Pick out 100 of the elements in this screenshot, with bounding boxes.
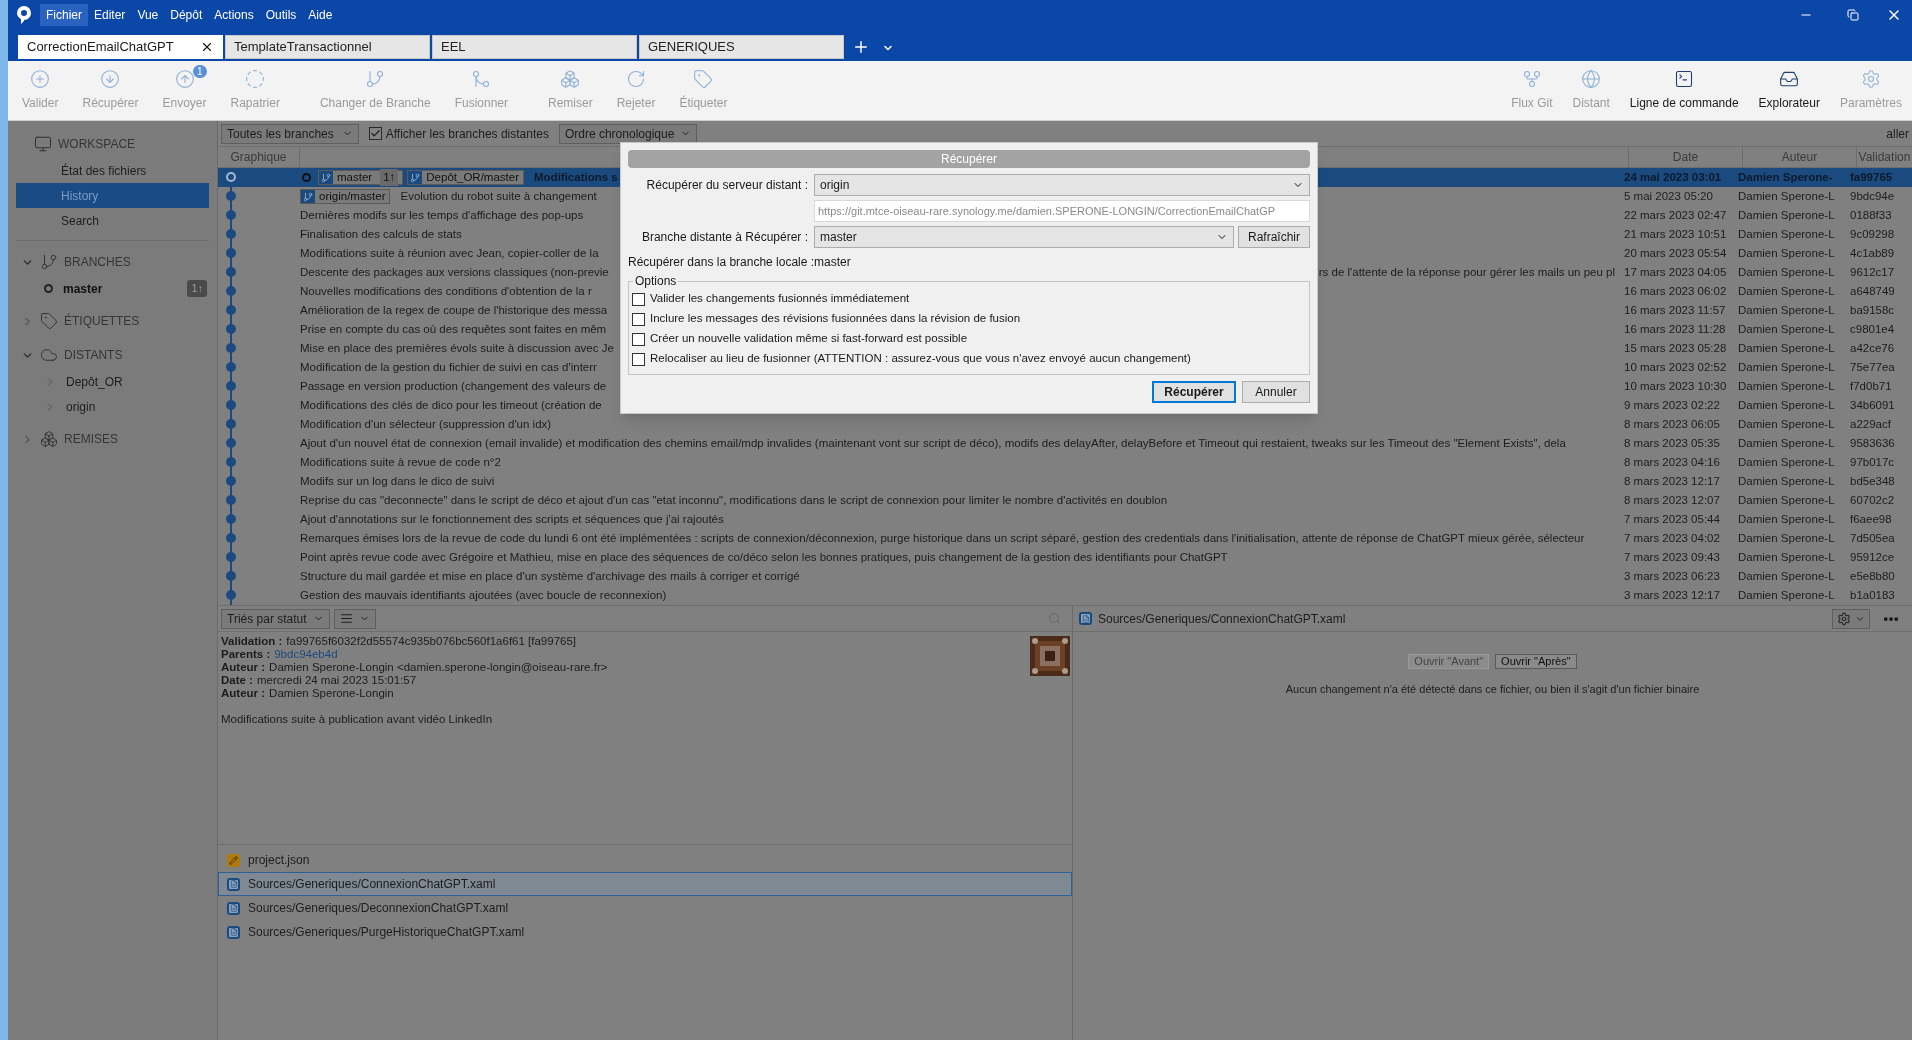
commit-author: Damien Sperone- <box>1737 169 1834 185</box>
arrow-down-circle-icon <box>100 69 121 89</box>
arrow-up-circle-icon <box>174 69 195 89</box>
count-badge: 1↑ <box>380 168 399 187</box>
close-icon[interactable] <box>200 40 214 54</box>
branch-icon <box>321 172 331 183</box>
detail-label: Date : <box>221 674 253 687</box>
document-tab[interactable]: EEL <box>432 35 637 59</box>
sidebar-item[interactable]: origin <box>66 397 207 416</box>
column-header[interactable]: Validation <box>1856 147 1912 167</box>
commit-date: 20 mars 2023 05:54 <box>1623 245 1728 261</box>
column-header[interactable]: Date <box>1628 147 1742 167</box>
commit-message: Remarques émises lors de la revue de code du lundi 6 ont été implémentées : scripts de connexion/déconnexion, purge historique dans un script séparé, gestion des credentials dans l'initialisation, attente de réponse de ChatGPT mieux gérée, sélecteur <box>300 530 1585 546</box>
refresh-button[interactable]: Rafraîchir <box>1238 226 1310 248</box>
order-dropdown[interactable]: Ordre chronologique <box>558 123 698 144</box>
file-name: Sources/Generiques/ConnexionChatGPT.xaml <box>248 876 496 893</box>
dialog-title: Récupérer <box>628 150 1310 168</box>
toolbar-button[interactable]: Explorateur <box>1748 61 1830 120</box>
commit-hash: 9612c17 <box>1849 264 1896 280</box>
sidebar-item[interactable]: Search <box>16 208 209 233</box>
checkbox[interactable] <box>632 352 645 366</box>
toolbar-button[interactable]: Ligne de commande <box>1619 61 1749 120</box>
column-header[interactable]: Graphique <box>218 147 300 167</box>
detail-label: Auteur : <box>221 687 266 700</box>
pencil-file-icon <box>227 853 240 867</box>
document-tab[interactable]: TemplateTransactionnel <box>225 35 430 59</box>
commit-message: Modification d'un sélecteur (suppression d'un idx) <box>300 416 552 432</box>
remote-dropdown[interactable]: origin <box>814 174 1310 196</box>
branch-dropdown[interactable]: master <box>814 226 1234 248</box>
detail-label: Auteur : <box>221 661 266 674</box>
settings-icon <box>1861 69 1881 89</box>
commit-date: 15 mars 2023 05:28 <box>1623 340 1728 356</box>
commit-date: 16 mars 2023 11:28 <box>1623 321 1727 337</box>
commit-date: 10 mars 2023 02:52 <box>1623 359 1728 375</box>
menu-item[interactable]: Dépôt <box>164 3 209 26</box>
commit-hash: 9c09298 <box>1849 226 1896 242</box>
commit-hash: e5e8b80 <box>1849 568 1896 584</box>
checkbox-label: Inclure les messages des révisions fusionnées dans la révision de fusion <box>650 311 1021 327</box>
branch-label: origin/master <box>300 189 391 204</box>
menu-item[interactable]: Vue <box>131 3 165 26</box>
sidebar-item[interactable]: Depôt_OR <box>66 372 207 391</box>
branch-icon <box>303 191 313 202</box>
commit-message: Modifications s <box>534 169 618 185</box>
checkbox[interactable] <box>368 127 382 140</box>
commit-hash: f7d0b71 <box>1849 378 1893 394</box>
jump-link[interactable]: aller <box>1886 124 1909 143</box>
file-path: Sources/Generiques/ConnexionChatGPT.xaml <box>1098 610 1347 628</box>
menu-item[interactable]: Aide <box>302 3 339 26</box>
commit-message: Passage en version production (changement des valeurs de <box>300 378 607 394</box>
dialog-button[interactable]: Annuler <box>1242 381 1310 403</box>
commit-author: Damien Sperone-L <box>1737 473 1836 489</box>
checkbox[interactable] <box>632 312 645 326</box>
sort-dropdown[interactable]: Triés par statut <box>221 608 330 629</box>
branch-filter-dropdown[interactable]: Toutes les branches <box>221 123 359 144</box>
commit-hash: 97b017c <box>1849 454 1896 470</box>
checkbox[interactable] <box>632 292 645 306</box>
file-icon <box>227 925 240 939</box>
commit-author: Damien Sperone-L <box>1737 302 1836 318</box>
field-label: Récupérer du serveur distant : <box>645 177 809 194</box>
sidebar-item[interactable]: État des fichiers <box>16 158 209 183</box>
file-row[interactable]: Sources/Generiques/DeconnexionChatGPT.xaml <box>218 896 1072 920</box>
sidebar-item[interactable]: History <box>16 183 209 208</box>
checkbox[interactable] <box>632 332 645 346</box>
diff-message: Aucun changement n'a été détecté dans ce fichier, ou bien il s'agit d'un fichier binaire <box>1284 682 1701 697</box>
file-row[interactable]: Sources/Generiques/ConnexionChatGPT.xaml <box>218 872 1072 896</box>
detail-value: mercredi 24 mai 2023 15:01:57 <box>256 674 417 687</box>
menu-item[interactable]: Outils <box>259 3 303 26</box>
sidebar-item[interactable]: master <box>63 279 178 298</box>
commit-message: Prise en compte du cas où des requêtes sont faites en mêm <box>300 321 607 337</box>
commit-message: Ajout d'un nouvel état de connexion (email invalide) et modification des chemins email/mdp invalides (maintenant vont sur script de déco), modifs des delayAfter, delayBefore et Timeout qui restaient, tweaks sur les Timeout des "Element Exists", dela <box>300 435 1566 451</box>
commit-author: Damien Sperone-L <box>1737 378 1836 394</box>
document-tab[interactable]: GENERIQUES <box>639 35 844 59</box>
open-file-button[interactable]: Ouvrir "Après" <box>1495 654 1577 669</box>
commit-message: Modifications des clés de dico pour les timeout (création de <box>300 397 602 413</box>
commit-author: Damien Sperone-L <box>1737 340 1836 356</box>
menu-item[interactable]: Actions <box>208 3 260 26</box>
parent-link[interactable]: 9bdc94eb4d <box>274 648 338 661</box>
menu-item[interactable]: Editer <box>88 3 132 26</box>
add-tab-icon[interactable] <box>852 38 870 56</box>
menu-item[interactable]: Fichier <box>40 3 88 26</box>
file-row[interactable]: project.json <box>218 848 1072 872</box>
commit-hash: a42ce76 <box>1849 340 1896 356</box>
tag-icon <box>40 312 58 330</box>
settings-dropdown[interactable] <box>1832 608 1870 629</box>
commit-message: Modifications suite à revue de code n°2 <box>300 454 501 470</box>
document-tab[interactable]: CorrectionEmailChatGPT <box>18 35 223 59</box>
commit-author: Damien Sperone-L <box>1737 226 1836 242</box>
commit-message: Structure du mail gardée et mise en place d'un système d'archivage des mails à corriger et corrigé <box>300 568 800 584</box>
commit-hash: 60702c2 <box>1849 492 1896 508</box>
commit-message: Modifications suite à publication avant vidéo LinkedIn <box>221 713 494 726</box>
column-header[interactable]: Auteur <box>1742 147 1856 167</box>
view-dropdown[interactable] <box>333 608 376 629</box>
commit-hash: f6aee98 <box>1849 511 1893 527</box>
restore-icon[interactable] <box>1847 8 1859 21</box>
dialog-button[interactable]: Récupérer <box>1152 381 1236 403</box>
file-row[interactable]: Sources/Generiques/PurgeHistoriqueChatGPT.xaml <box>218 920 1072 944</box>
checkbox-label: Créer un nouvelle validation même si fast-forward est possible <box>650 331 968 347</box>
commit-hash: 0188f33 <box>1849 207 1893 223</box>
count-badge: 1 <box>192 64 207 78</box>
file-icon <box>1079 612 1092 625</box>
